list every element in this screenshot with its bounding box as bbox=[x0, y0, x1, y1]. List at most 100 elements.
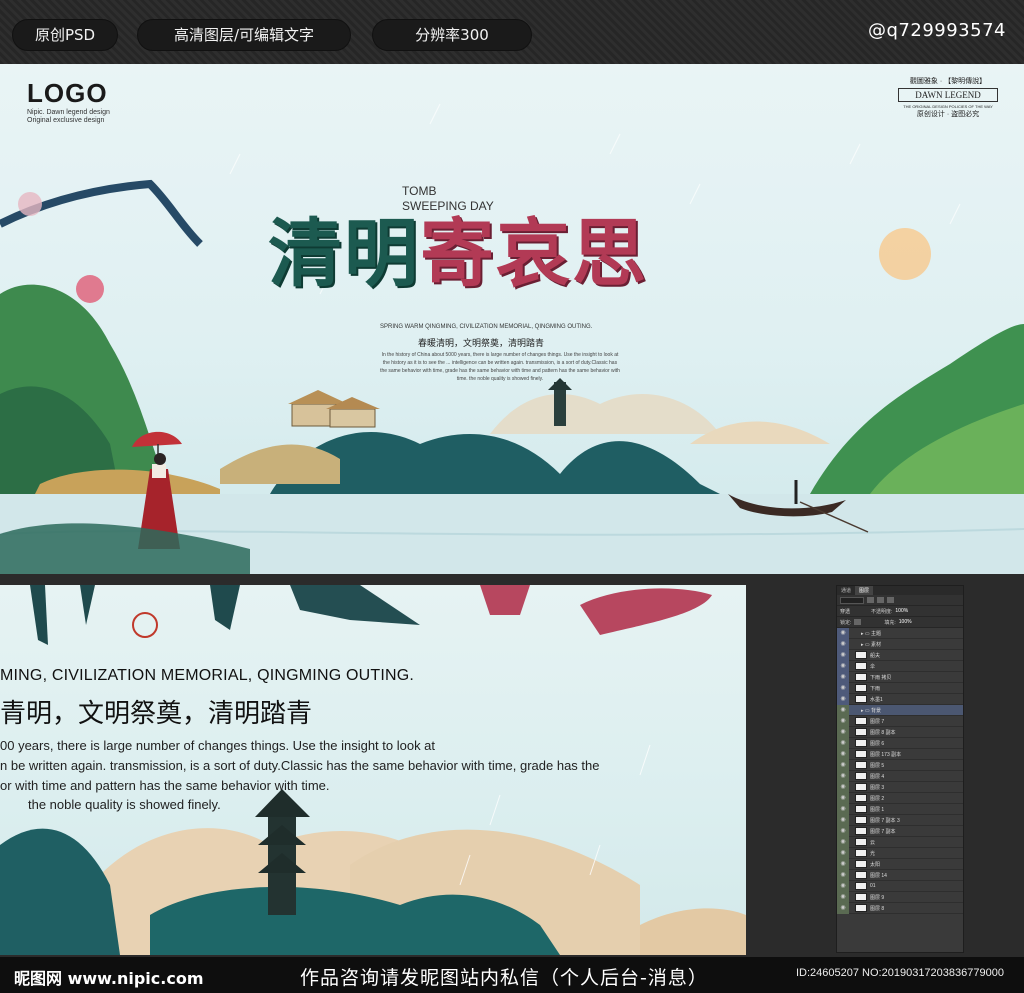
layer-name: 图层 7 副本 bbox=[870, 828, 896, 835]
layer-row[interactable]: ◉ 图层 173 副本 bbox=[837, 748, 963, 760]
layer-name: 图层 9 bbox=[870, 894, 885, 901]
lock-icon[interactable] bbox=[854, 619, 862, 625]
layer-row[interactable]: ◉ 下雨 拷贝 bbox=[837, 671, 963, 683]
layer-group-row[interactable]: ◉ ▸ ▭ 素材 bbox=[837, 638, 963, 650]
layer-name: 图层 173 副本 bbox=[870, 751, 902, 758]
filter-icon[interactable] bbox=[867, 597, 874, 603]
tab-channels[interactable]: 通道 bbox=[837, 586, 855, 595]
headline-part-b: 寄哀思 bbox=[420, 211, 648, 297]
layer-name: 图层 7 副本 3 bbox=[870, 817, 900, 824]
layer-row[interactable]: ◉ 图层 7 副本 3 bbox=[837, 814, 963, 826]
visibility-eye-icon[interactable]: ◉ bbox=[837, 737, 849, 749]
visibility-eye-icon[interactable]: ◉ bbox=[837, 638, 849, 650]
layers-panel[interactable]: 通道 图层 穿透 不透明度: 100% 锁定: 填充: 100% ◉ ▸ ▭ 主题… bbox=[836, 585, 964, 953]
visibility-eye-icon[interactable]: ◉ bbox=[837, 803, 849, 815]
text-icon[interactable] bbox=[887, 597, 894, 603]
layer-name: 图层 3 bbox=[870, 784, 885, 791]
layer-kind-filter[interactable] bbox=[840, 596, 864, 604]
visibility-eye-icon[interactable]: ◉ bbox=[837, 770, 849, 782]
layer-row[interactable]: ◉ 伞 bbox=[837, 660, 963, 672]
visibility-eye-icon[interactable]: ◉ bbox=[837, 836, 849, 848]
visibility-eye-icon[interactable]: ◉ bbox=[837, 671, 849, 683]
visibility-eye-icon[interactable]: ◉ bbox=[837, 682, 849, 694]
fill-value[interactable]: 100% bbox=[899, 619, 912, 625]
layer-row[interactable]: ◉ 图层 7 bbox=[837, 715, 963, 727]
visibility-eye-icon[interactable]: ◉ bbox=[837, 825, 849, 837]
layer-thumbnail bbox=[855, 728, 867, 736]
layer-row[interactable]: ◉ 图层 8 bbox=[837, 902, 963, 914]
stamp-bottom: 原创设计 · 盗图必究 bbox=[916, 111, 980, 118]
site-name[interactable]: 昵图网 www.nipic.com bbox=[14, 965, 204, 989]
subtitle-en: SPRING WARM QINGMING, CIVILIZATION MEMOR… bbox=[380, 324, 593, 330]
visibility-eye-icon[interactable]: ◉ bbox=[837, 858, 849, 870]
layer-thumbnail bbox=[855, 871, 867, 879]
logo-sub1: Nipic. Dawn legend design bbox=[27, 109, 110, 116]
layer-row[interactable]: ◉ 下雨 bbox=[837, 682, 963, 694]
layer-thumbnail bbox=[855, 838, 867, 846]
layer-row[interactable]: ◉ 图层 3 bbox=[837, 781, 963, 793]
layer-row[interactable]: ◉ 图层 2 bbox=[837, 792, 963, 804]
layer-thumbnail bbox=[855, 794, 867, 802]
visibility-eye-icon[interactable]: ◉ bbox=[837, 649, 849, 661]
detail-line-1: 00 years, there is large number of chang… bbox=[0, 738, 436, 753]
layer-name: 水墨1 bbox=[870, 696, 883, 703]
headline: 清明寄哀思 bbox=[268, 194, 648, 301]
detail-preview: MING, CIVILIZATION MEMORIAL, QINGMING OU… bbox=[0, 585, 746, 955]
layer-name: 光 bbox=[870, 850, 876, 857]
tag-original-psd: 原创PSD bbox=[12, 19, 118, 51]
layer-name: 云 bbox=[870, 839, 876, 846]
visibility-eye-icon[interactable]: ◉ bbox=[837, 693, 849, 705]
visibility-eye-icon[interactable]: ◉ bbox=[837, 891, 849, 903]
layer-row[interactable]: ◉ 图层 8 副本 bbox=[837, 726, 963, 738]
layer-thumbnail bbox=[855, 673, 867, 681]
visibility-eye-icon[interactable]: ◉ bbox=[837, 759, 849, 771]
visibility-eye-icon[interactable]: ◉ bbox=[837, 726, 849, 738]
layer-group-row[interactable]: ◉ ▸ ▭ 背景 bbox=[837, 704, 963, 716]
layer-thumbnail bbox=[855, 695, 867, 703]
layer-row[interactable]: ◉ 云 bbox=[837, 836, 963, 848]
layer-row[interactable]: ◉ 图层 6 bbox=[837, 737, 963, 749]
layer-row[interactable]: ◉ 图层 9 bbox=[837, 891, 963, 903]
blend-mode-select[interactable]: 穿透 bbox=[840, 608, 868, 615]
stamp-top: 觀圖雅象 · 【黎明傳說】 bbox=[909, 78, 987, 85]
tab-layers[interactable]: 图层 bbox=[855, 586, 874, 595]
adjust-icon[interactable] bbox=[877, 597, 884, 603]
layer-row[interactable]: ◉ 太阳 bbox=[837, 858, 963, 870]
opacity-value[interactable]: 100% bbox=[895, 608, 908, 614]
layer-row[interactable]: ◉ 光 bbox=[837, 847, 963, 859]
top-bar: 原创PSD 高清图层/可编辑文字 分辨率300 @q729993574 bbox=[0, 0, 1024, 64]
visibility-eye-icon[interactable]: ◉ bbox=[837, 627, 849, 639]
layers-tabs: 通道 图层 bbox=[837, 586, 963, 595]
visibility-eye-icon[interactable]: ◉ bbox=[837, 847, 849, 859]
layer-row[interactable]: ◉ 水墨1 bbox=[837, 693, 963, 705]
layer-row[interactable]: ◉ 图层 5 bbox=[837, 759, 963, 771]
layer-row[interactable]: ◉ 图层 7 副本 bbox=[837, 825, 963, 837]
visibility-eye-icon[interactable]: ◉ bbox=[837, 715, 849, 727]
layer-name: 图层 7 bbox=[870, 718, 885, 725]
visibility-eye-icon[interactable]: ◉ bbox=[837, 781, 849, 793]
layer-row[interactable]: ◉ 图层 4 bbox=[837, 770, 963, 782]
layer-row[interactable]: ◉ 船夫 bbox=[837, 649, 963, 661]
visibility-eye-icon[interactable]: ◉ bbox=[837, 660, 849, 672]
banner-landscape bbox=[0, 103, 1024, 574]
layer-name: 下雨 bbox=[870, 685, 881, 692]
opacity-label: 不透明度: bbox=[871, 608, 893, 615]
layer-row[interactable]: ◉ 图层 14 bbox=[837, 869, 963, 881]
layer-row[interactable]: ◉ 图层 1 bbox=[837, 803, 963, 815]
layer-row[interactable]: ◉ 01 bbox=[837, 880, 963, 892]
visibility-eye-icon[interactable]: ◉ bbox=[837, 748, 849, 760]
visibility-eye-icon[interactable]: ◉ bbox=[837, 814, 849, 826]
visibility-eye-icon[interactable]: ◉ bbox=[837, 902, 849, 914]
visibility-eye-icon[interactable]: ◉ bbox=[837, 880, 849, 892]
layer-thumbnail bbox=[855, 739, 867, 747]
layer-thumbnail bbox=[855, 717, 867, 725]
layer-name: 太阳 bbox=[870, 861, 881, 868]
layer-name: 图层 1 bbox=[870, 806, 885, 813]
footer-message: 作品咨询请发昵图站内私信（个人后台-消息） bbox=[300, 967, 708, 989]
visibility-eye-icon[interactable]: ◉ bbox=[837, 792, 849, 804]
layer-group-row[interactable]: ◉ ▸ ▭ 主题 bbox=[837, 627, 963, 639]
visibility-eye-icon[interactable]: ◉ bbox=[837, 704, 849, 716]
layer-name: 图层 6 bbox=[870, 740, 885, 747]
layer-name: 图层 2 bbox=[870, 795, 885, 802]
visibility-eye-icon[interactable]: ◉ bbox=[837, 869, 849, 881]
